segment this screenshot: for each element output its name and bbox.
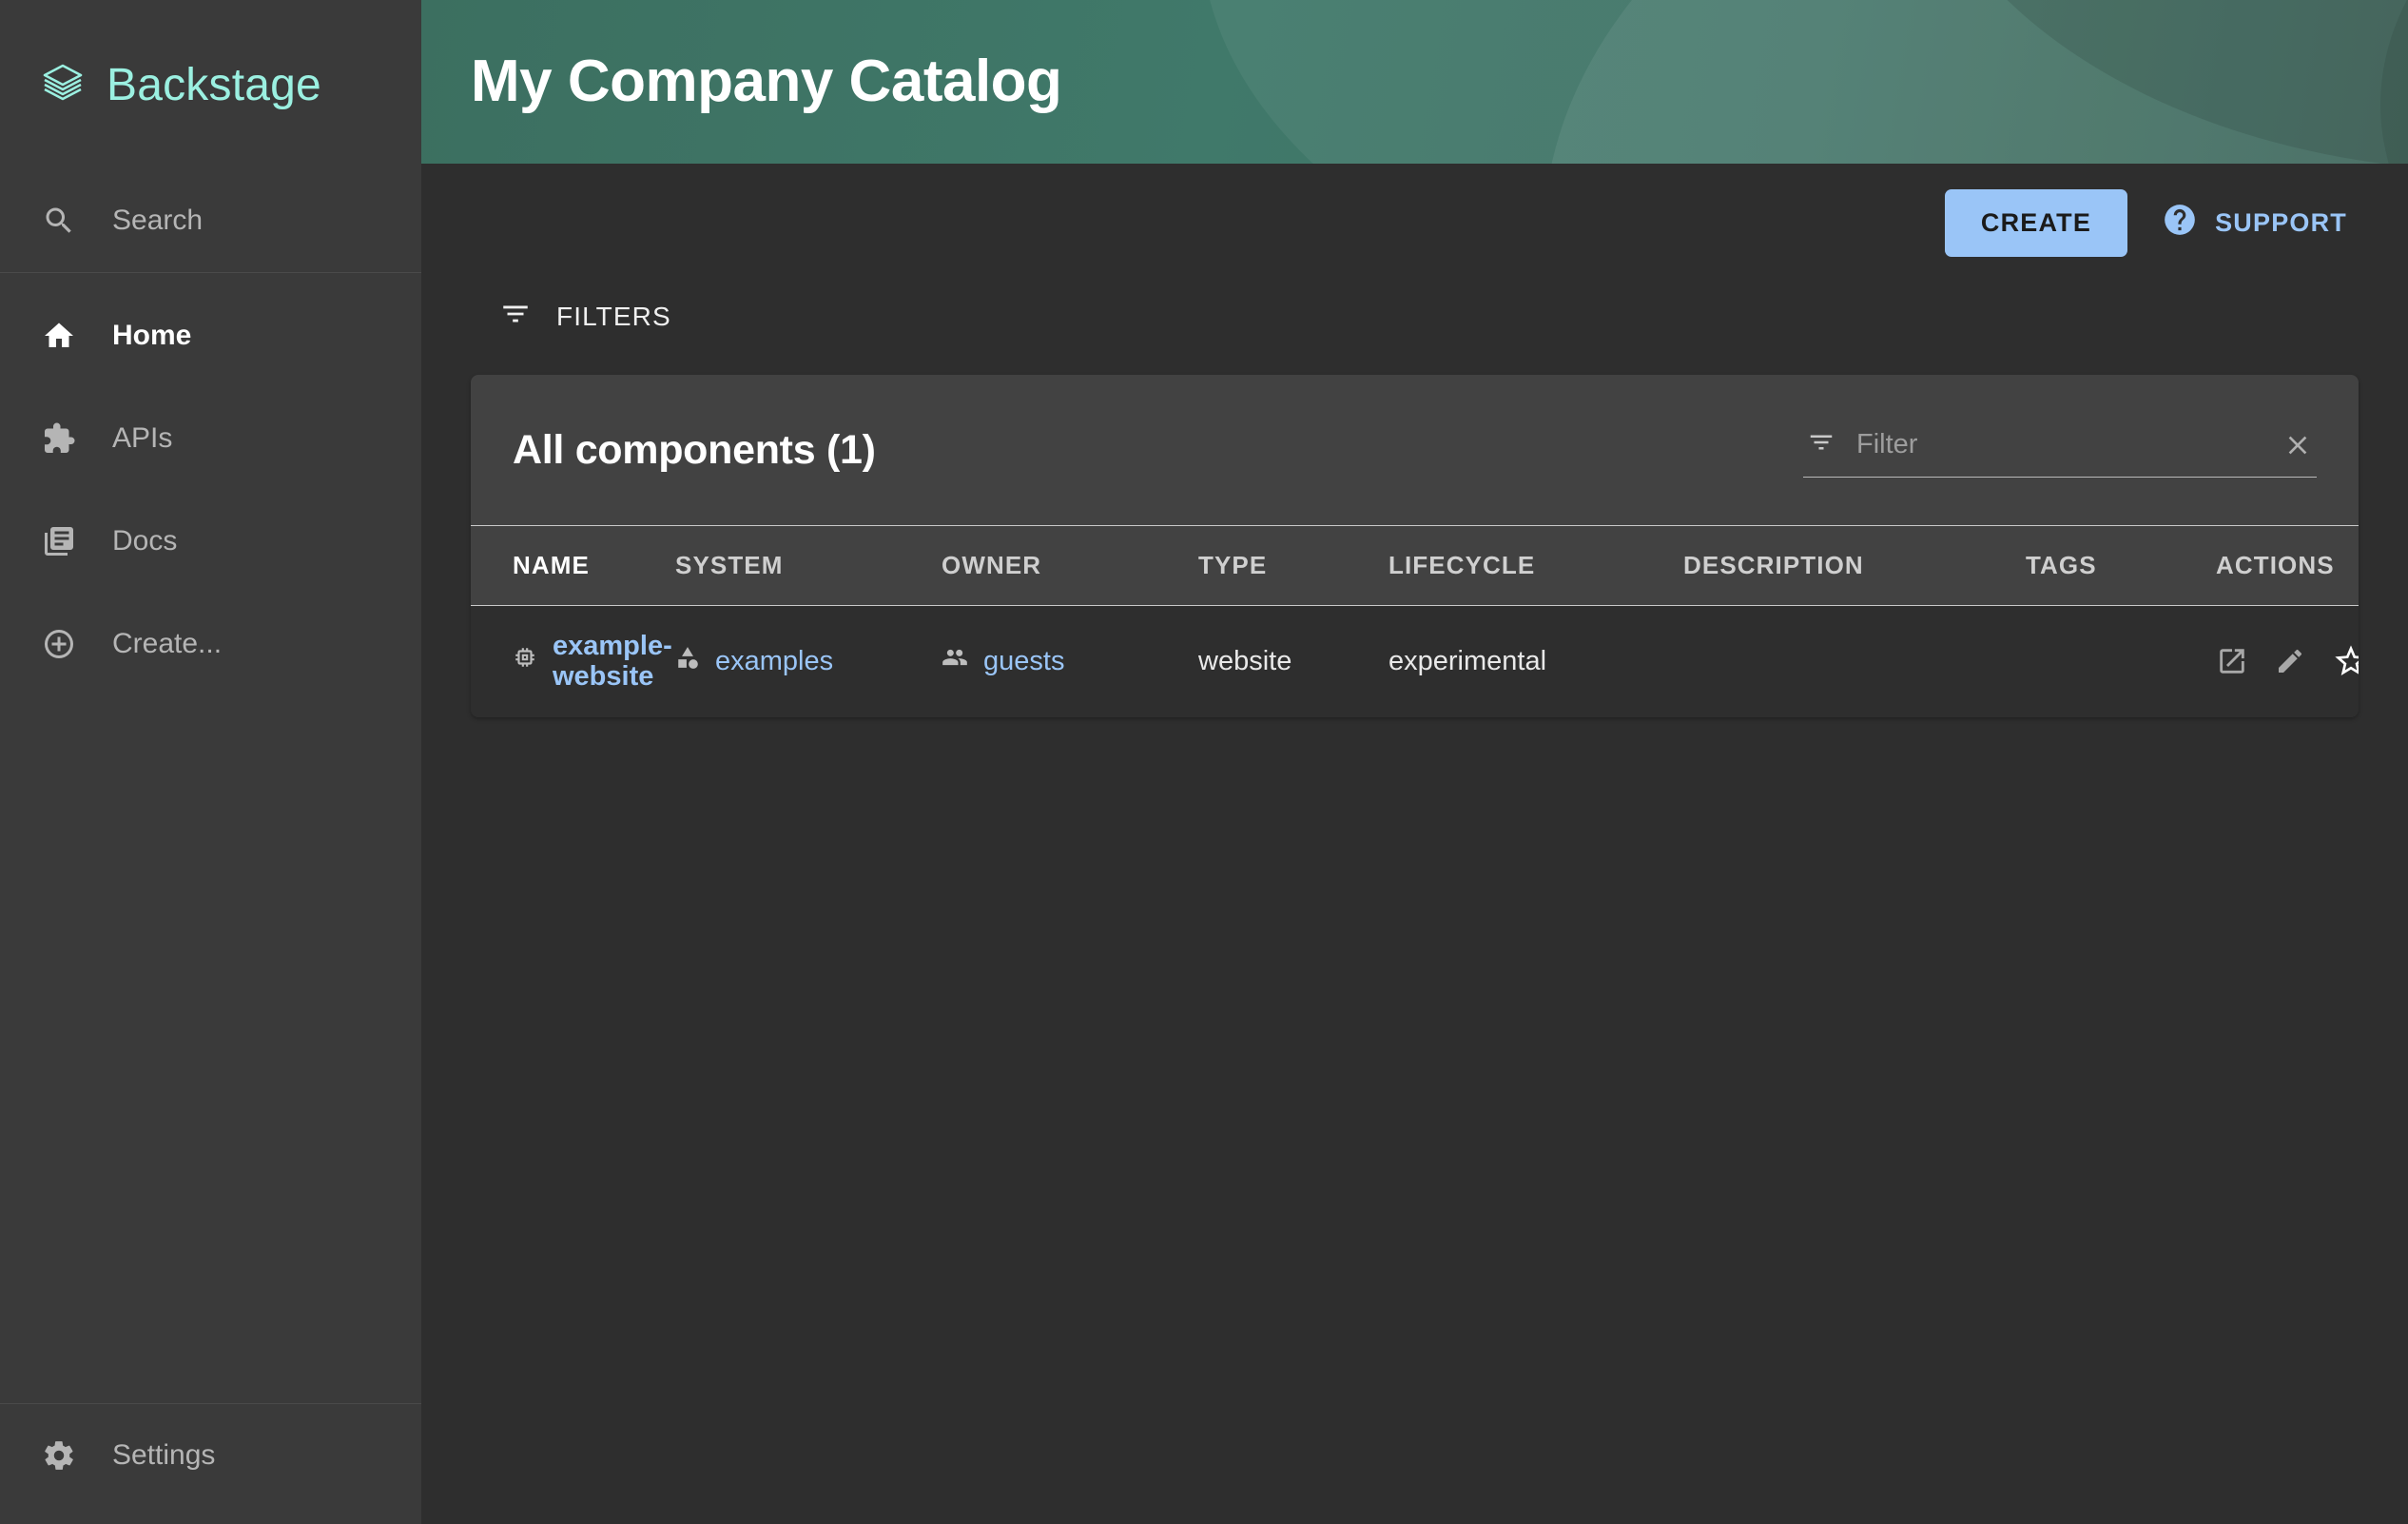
sidebar-item-label-docs: Docs (112, 525, 178, 557)
page-title: My Company Catalog (471, 49, 1062, 114)
page-toolbar: CREATE SUPPORT (471, 164, 2359, 282)
catalog-table-head: NAME SYSTEM OWNER TYPE LIFECYCLE DESCRIP… (471, 525, 2359, 606)
sidebar-item-search[interactable]: Search (0, 169, 421, 272)
help-circle-icon (2162, 202, 2198, 244)
cell-owner: guests (942, 606, 1198, 717)
column-header-tags[interactable]: TAGS (2026, 525, 2216, 606)
app-root: Backstage Search Home APIs Docs Create..… (0, 0, 2408, 1524)
catalog-table-card: All components (1) NAME (471, 375, 2359, 717)
sidebar-item-apis[interactable]: APIs (0, 387, 421, 490)
gear-icon (40, 1436, 78, 1475)
column-header-description[interactable]: DESCRIPTION (1683, 525, 2026, 606)
catalog-card-title: All components (1) (513, 426, 876, 473)
column-header-owner[interactable]: OWNER (942, 525, 1198, 606)
entity-name-link[interactable]: example-website (553, 631, 675, 693)
plus-circle-icon (40, 625, 78, 663)
column-header-actions[interactable]: ACTIONS (2216, 525, 2359, 606)
open-in-new-icon[interactable] (2216, 645, 2248, 677)
sidebar-item-label-settings: Settings (112, 1439, 216, 1471)
sidebar-item-home[interactable]: Home (0, 284, 421, 387)
content-area: CREATE SUPPORT FILTERS All components (1… (421, 164, 2408, 717)
column-header-system[interactable]: SYSTEM (675, 525, 942, 606)
table-header-row: NAME SYSTEM OWNER TYPE LIFECYCLE DESCRIP… (471, 525, 2359, 606)
sidebar-item-label-search: Search (112, 205, 204, 236)
search-icon (40, 202, 78, 240)
category-shapes-icon (675, 645, 700, 677)
backstage-stack-logo-icon (38, 60, 87, 109)
sidebar-nav-group: Home APIs Docs Create... (0, 273, 421, 695)
table-filter-field[interactable] (1803, 422, 2317, 478)
filters-label: FILTERS (556, 302, 671, 331)
cell-description (1683, 606, 2026, 717)
catalog-card-header: All components (1) (471, 375, 2359, 525)
brand-logo-link[interactable]: Backstage (0, 0, 421, 169)
main-content: My Company Catalog CREATE SUPPORT FILTER… (421, 0, 2408, 1524)
column-header-lifecycle[interactable]: LIFECYCLE (1388, 525, 1683, 606)
sidebar-item-docs[interactable]: Docs (0, 490, 421, 593)
sidebar: Backstage Search Home APIs Docs Create..… (0, 0, 421, 1524)
system-link[interactable]: examples (715, 646, 833, 677)
owner-link[interactable]: guests (983, 646, 1064, 677)
memory-chip-icon (513, 645, 537, 677)
puzzle-piece-icon (40, 420, 78, 458)
page-header-banner: My Company Catalog (421, 0, 2408, 164)
cell-tags (2026, 606, 2216, 717)
support-label: SUPPORT (2215, 207, 2347, 237)
table-row[interactable]: example-website examples guests website … (471, 605, 2359, 717)
sidebar-item-label-create: Create... (112, 628, 223, 659)
filters-toggle[interactable]: FILTERS (471, 282, 671, 352)
table-filter-input[interactable] (1856, 429, 2262, 460)
close-icon[interactable] (2282, 430, 2313, 460)
filter-list-icon (499, 298, 532, 337)
cell-type: website (1198, 645, 1292, 676)
cell-system: examples (675, 606, 942, 717)
column-header-type[interactable]: TYPE (1198, 525, 1388, 606)
sidebar-settings-group: Settings (0, 1404, 421, 1524)
create-button[interactable]: CREATE (1944, 188, 2128, 257)
edit-pencil-icon[interactable] (2275, 646, 2305, 676)
library-books-icon (40, 522, 78, 560)
star-outline-icon[interactable] (2332, 642, 2359, 680)
filter-list-icon (1807, 428, 1835, 461)
catalog-table: NAME SYSTEM OWNER TYPE LIFECYCLE DESCRIP… (471, 525, 2359, 717)
support-button[interactable]: SUPPORT (2162, 202, 2347, 244)
column-header-name[interactable]: NAME (471, 525, 675, 606)
sidebar-item-settings[interactable]: Settings (0, 1404, 421, 1507)
sidebar-item-label-home: Home (112, 320, 192, 351)
brand-label: Backstage (107, 59, 321, 110)
sidebar-item-create[interactable]: Create... (0, 593, 421, 695)
cell-name: example-website (471, 606, 675, 717)
cell-actions (2216, 606, 2359, 717)
home-icon (40, 317, 78, 355)
people-icon (942, 644, 968, 678)
catalog-table-body: example-website examples guests website … (471, 605, 2359, 717)
sidebar-item-label-apis: APIs (112, 422, 173, 454)
cell-lifecycle: experimental (1388, 645, 1547, 676)
